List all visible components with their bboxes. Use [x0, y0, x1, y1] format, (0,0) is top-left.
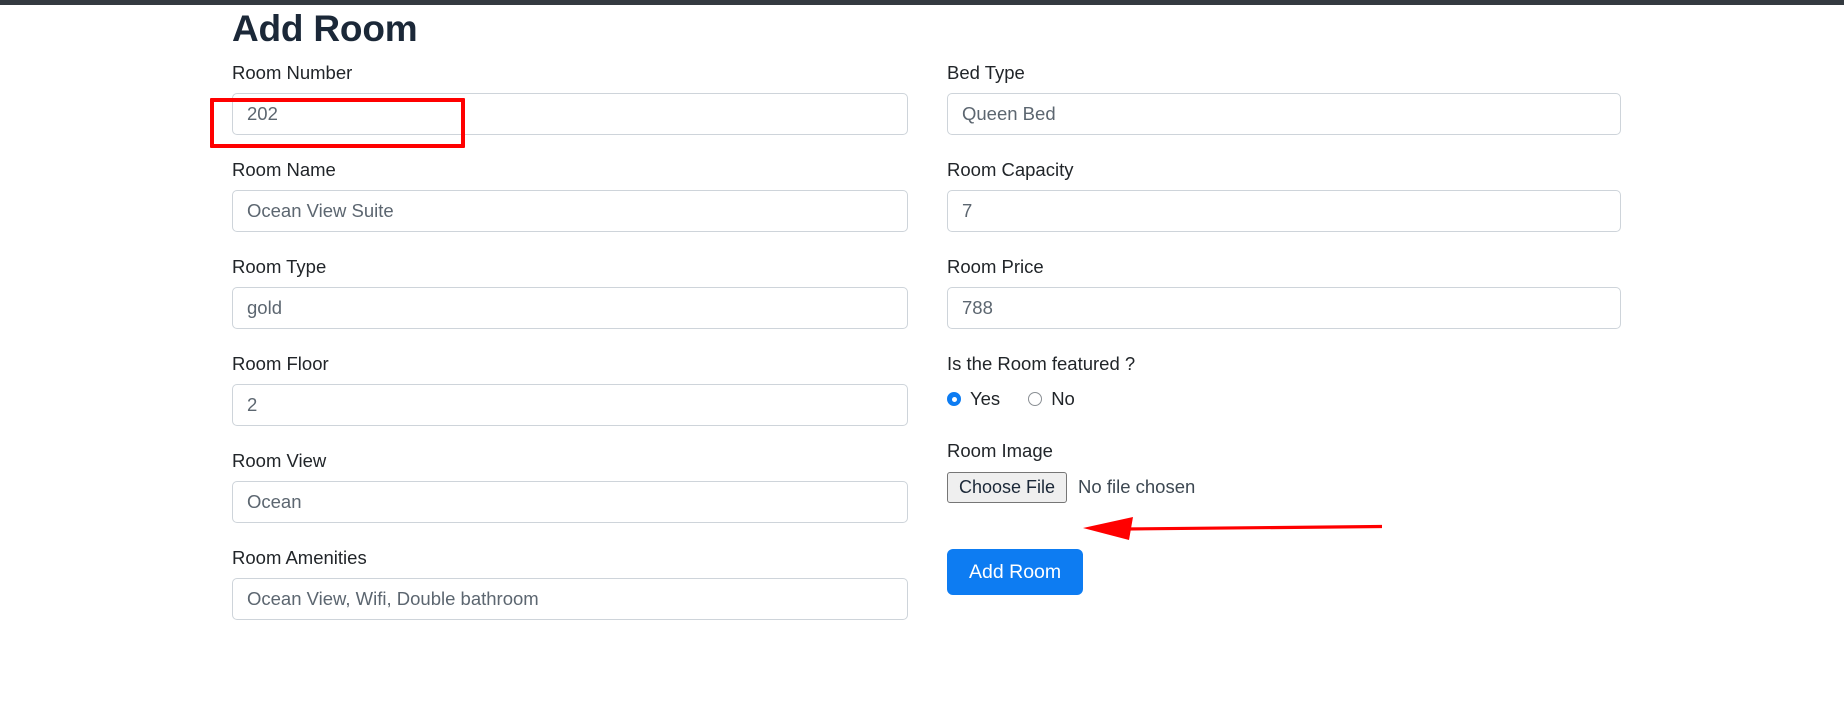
- browser-chrome-strip: [0, 0, 1844, 5]
- room-name-input[interactable]: [232, 190, 908, 232]
- label-room-view: Room View: [232, 450, 327, 471]
- field-room-floor: Room Floor: [232, 351, 908, 426]
- label-room-number: Room Number: [232, 62, 353, 83]
- label-room-featured: Is the Room featured ?: [947, 353, 1136, 374]
- room-type-input[interactable]: [232, 287, 908, 329]
- add-room-submit-button[interactable]: Add Room: [947, 549, 1084, 595]
- form-column-right: Bed Type Room Capacity Room Price Is the…: [947, 60, 1621, 595]
- bed-type-input[interactable]: [947, 93, 1621, 135]
- file-input-row: Choose File No file chosen: [947, 471, 1621, 503]
- room-floor-input[interactable]: [232, 384, 908, 426]
- radio-option-yes[interactable]: Yes: [947, 388, 1000, 410]
- field-room-amenities: Room Amenities: [232, 545, 908, 620]
- room-view-input[interactable]: [232, 481, 908, 523]
- page-title: Add Room: [232, 8, 418, 49]
- field-room-view: Room View: [232, 448, 908, 523]
- room-featured-radio-group: Yes No: [947, 384, 1621, 414]
- field-room-name: Room Name: [232, 157, 908, 232]
- radio-selected-icon[interactable]: [947, 392, 961, 406]
- label-bed-type: Bed Type: [947, 62, 1025, 83]
- add-room-page: Add Room Room Number Room Name Room Type…: [0, 0, 1844, 702]
- label-room-name: Room Name: [232, 159, 336, 180]
- label-room-capacity: Room Capacity: [947, 159, 1074, 180]
- label-room-amenities: Room Amenities: [232, 547, 367, 568]
- field-room-image: Room Image Choose File No file chosen: [947, 438, 1621, 503]
- room-number-input[interactable]: [232, 93, 908, 135]
- label-room-image: Room Image: [947, 440, 1053, 461]
- room-capacity-input[interactable]: [947, 190, 1621, 232]
- room-amenities-input[interactable]: [232, 578, 908, 620]
- field-room-number: Room Number: [232, 60, 908, 135]
- label-room-price: Room Price: [947, 256, 1044, 277]
- choose-file-status: No file chosen: [1078, 476, 1196, 497]
- choose-file-button[interactable]: Choose File: [947, 471, 1068, 503]
- radio-label-no: No: [1051, 388, 1075, 409]
- field-room-capacity: Room Capacity: [947, 157, 1621, 232]
- radio-option-no[interactable]: No: [1028, 388, 1075, 410]
- label-room-floor: Room Floor: [232, 353, 329, 374]
- form-column-left: Room Number Room Name Room Type Room Flo…: [232, 60, 908, 642]
- field-bed-type: Bed Type: [947, 60, 1621, 135]
- room-price-input[interactable]: [947, 287, 1621, 329]
- label-room-type: Room Type: [232, 256, 327, 277]
- field-room-price: Room Price: [947, 254, 1621, 329]
- field-room-featured: Is the Room featured ? Yes No: [947, 351, 1621, 414]
- radio-label-yes: Yes: [970, 388, 1001, 409]
- field-room-type: Room Type: [232, 254, 908, 329]
- radio-unselected-icon[interactable]: [1028, 392, 1043, 406]
